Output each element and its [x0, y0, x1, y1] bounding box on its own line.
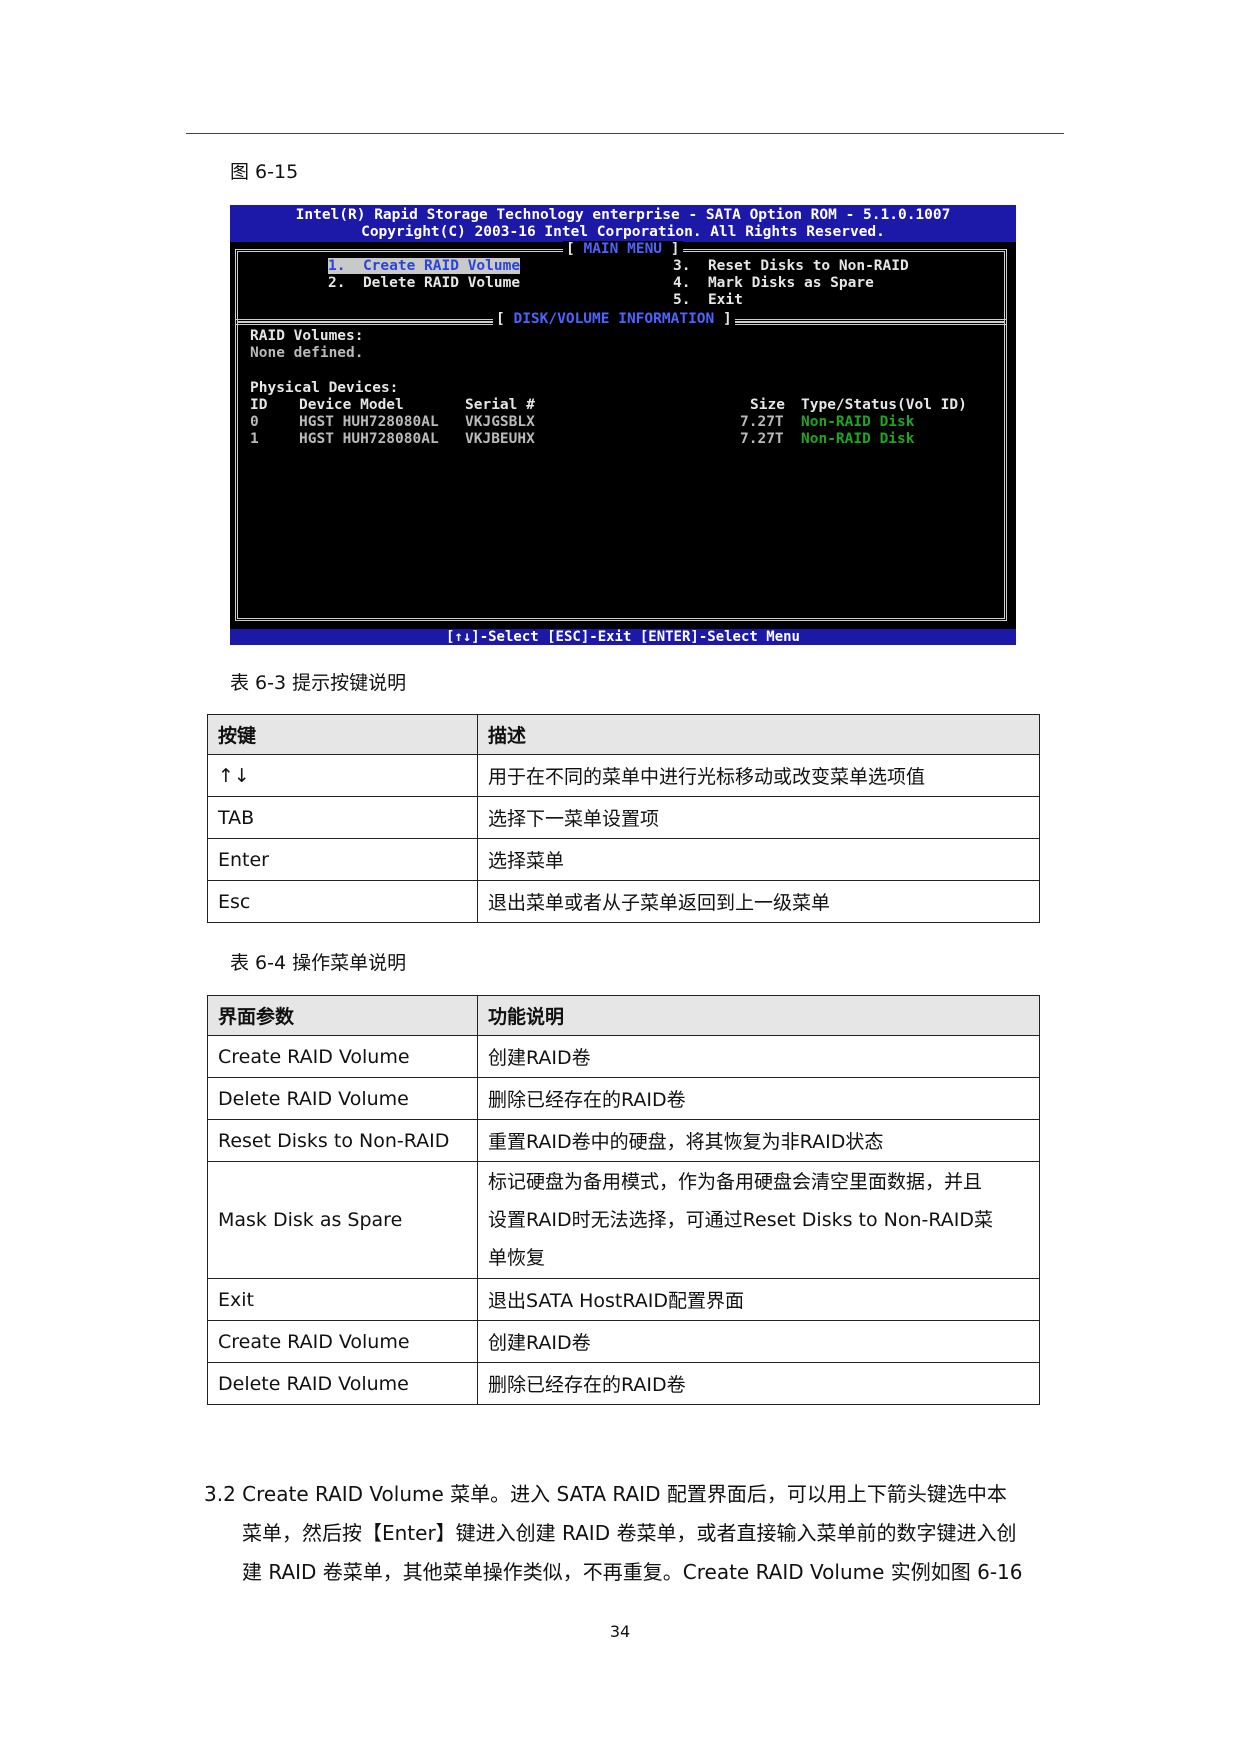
- table-cell: 用于在不同的菜单中进行光标移动或改变菜单选项值: [477, 754, 1040, 797]
- disk-info-frame: [235, 319, 1007, 621]
- main-menu-title: [ MAIN MENU ]: [563, 241, 683, 257]
- table-row: Delete RAID Volume 删除已经存在的RAID卷: [207, 1362, 1040, 1405]
- table2-caption: 表 6-4 操作菜单说明: [230, 952, 407, 974]
- menu-item-num: 4.: [673, 275, 691, 291]
- device-model: HGST HUH728080AL: [299, 431, 439, 447]
- main-menu-title-text: MAIN MENU: [583, 241, 663, 257]
- body-paragraph: 3.2 Create RAID Volume 菜单。进入 SATA RAID 配…: [204, 1475, 1062, 1592]
- device-id: 0: [250, 414, 259, 430]
- menu-item-label: Delete RAID Volume: [362, 275, 521, 291]
- table-row: Create RAID Volume 创建RAID卷: [207, 1035, 1040, 1078]
- table1-caption: 表 6-3 提示按键说明: [230, 672, 407, 694]
- table-cell: Create RAID Volume: [207, 1320, 478, 1363]
- table-header: 界面参数: [207, 995, 478, 1036]
- table-cell: Reset Disks to Non-RAID: [207, 1119, 478, 1162]
- table-row: Create RAID Volume 创建RAID卷: [207, 1320, 1040, 1363]
- menu-item-reset[interactable]: 3. Reset Disks to Non-RAID: [673, 258, 909, 275]
- raid-volumes-value: None defined.: [250, 345, 364, 361]
- device-size: 7.27T: [740, 414, 784, 430]
- menu-item-num: 1.: [328, 258, 346, 274]
- menu-item-spare[interactable]: 4. Mark Disks as Spare: [673, 275, 874, 292]
- key-table: 按键 描述 ↑↓ 用于在不同的菜单中进行光标移动或改变菜单选项值 TAB 选择下…: [207, 714, 1040, 923]
- table-cell: 重置RAID卷中的硬盘，将其恢复为非RAID状态: [477, 1119, 1040, 1162]
- table-header: 描述: [477, 714, 1040, 755]
- paragraph-line: 3.2 Create RAID Volume 菜单。进入 SATA RAID 配…: [204, 1482, 1007, 1506]
- col-id: ID: [250, 397, 268, 413]
- table-cell: Enter: [207, 838, 478, 881]
- table-row: Exit 退出SATA HostRAID配置界面: [207, 1278, 1040, 1321]
- physical-devices-label: Physical Devices:: [250, 380, 399, 396]
- table-cell: 创建RAID卷: [477, 1320, 1040, 1363]
- cell-line: 单恢复: [488, 1247, 546, 1269]
- table-cell: 退出SATA HostRAID配置界面: [477, 1278, 1040, 1321]
- table-cell: ↑↓: [207, 754, 478, 797]
- device-status: Non-RAID Disk: [801, 414, 915, 430]
- bios-header: Intel(R) Rapid Storage Technology enterp…: [230, 205, 1016, 242]
- table-cell: Create RAID Volume: [207, 1035, 478, 1078]
- menu-item-label: Exit: [707, 292, 743, 308]
- raid-volumes-label: RAID Volumes:: [250, 328, 364, 344]
- table-row: ↑↓ 用于在不同的菜单中进行光标移动或改变菜单选项值: [207, 754, 1040, 797]
- col-model: Device Model: [299, 397, 404, 413]
- table-cell: 选择菜单: [477, 838, 1040, 881]
- table-cell: 退出菜单或者从子菜单返回到上一级菜单: [477, 880, 1040, 923]
- menu-item-exit[interactable]: 5. Exit: [673, 292, 743, 309]
- menu-item-num: 5.: [673, 292, 691, 308]
- bios-header-line2: Copyright(C) 2003-16 Intel Corporation. …: [361, 224, 885, 240]
- device-id: 1: [250, 431, 259, 447]
- menu-item-num: 2.: [328, 275, 346, 291]
- table-header: 按键: [207, 714, 478, 755]
- table-cell: 创建RAID卷: [477, 1035, 1040, 1078]
- table-row: Mask Disk as Spare 标记硬盘为备用模式，作为备用硬盘会清空里面…: [207, 1161, 1040, 1279]
- table-cell: Exit: [207, 1278, 478, 1321]
- cell-line: 设置RAID时无法选择，可通过Reset Disks to Non-RAID菜: [488, 1209, 994, 1231]
- table-cell: TAB: [207, 796, 478, 839]
- table-cell: 删除已经存在的RAID卷: [477, 1362, 1040, 1405]
- bios-screenshot: Intel(R) Rapid Storage Technology enterp…: [230, 205, 1016, 645]
- table-cell: 删除已经存在的RAID卷: [477, 1077, 1040, 1120]
- table-cell: 选择下一菜单设置项: [477, 796, 1040, 839]
- table-row: TAB 选择下一菜单设置项: [207, 796, 1040, 839]
- menu-item-create[interactable]: 1. Create RAID Volume: [328, 258, 521, 275]
- menu-item-label: Create RAID Volume: [362, 258, 521, 274]
- table-row: Reset Disks to Non-RAID 重置RAID卷中的硬盘，将其恢复…: [207, 1119, 1040, 1162]
- cell-line: 标记硬盘为备用模式，作为备用硬盘会清空里面数据，并且: [488, 1171, 983, 1193]
- paragraph-line: 建 RAID 卷菜单，其他菜单操作类似，不再重复。Create RAID Vol…: [242, 1560, 1023, 1584]
- col-serial: Serial #: [465, 397, 535, 413]
- device-serial: VKJGSBLX: [465, 414, 535, 430]
- page-number: 34: [609, 1622, 631, 1641]
- disk-info-title-text: DISK/VOLUME INFORMATION: [513, 311, 715, 327]
- table-cell: Delete RAID Volume: [207, 1362, 478, 1405]
- menu-item-label: Mark Disks as Spare: [707, 275, 874, 291]
- header-rule: [186, 133, 1064, 134]
- device-size: 7.27T: [740, 431, 784, 447]
- menu-item-num: 3.: [673, 258, 691, 274]
- table-row: Esc 退出菜单或者从子菜单返回到上一级菜单: [207, 880, 1040, 923]
- disk-info-title: [ DISK/VOLUME INFORMATION ]: [493, 311, 735, 327]
- table-cell: Esc: [207, 880, 478, 923]
- table-row: Delete RAID Volume 删除已经存在的RAID卷: [207, 1077, 1040, 1120]
- menu-table: 界面参数 功能说明 Create RAID Volume 创建RAID卷 Del…: [207, 995, 1040, 1405]
- table-cell-multiline: 标记硬盘为备用模式，作为备用硬盘会清空里面数据，并且 设置RAID时无法选择，可…: [477, 1161, 1040, 1279]
- bios-footer: [↑↓]-Select [ESC]-Exit [ENTER]-Select Me…: [230, 629, 1016, 645]
- menu-item-delete[interactable]: 2. Delete RAID Volume: [328, 275, 520, 292]
- table-header: 功能说明: [477, 995, 1040, 1036]
- device-model: HGST HUH728080AL: [299, 414, 439, 430]
- figure-caption: 图 6-15: [230, 161, 299, 183]
- col-type: Type/Status(Vol ID): [801, 397, 967, 413]
- paragraph-line: 菜单，然后按【Enter】键进入创建 RAID 卷菜单，或者直接输入菜单前的数字…: [242, 1521, 1017, 1545]
- bios-header-line1: Intel(R) Rapid Storage Technology enterp…: [295, 207, 951, 223]
- table-cell: Mask Disk as Spare: [207, 1161, 478, 1279]
- col-size: Size: [750, 397, 785, 413]
- table-row: Enter 选择菜单: [207, 838, 1040, 881]
- table-cell: Delete RAID Volume: [207, 1077, 478, 1120]
- device-serial: VKJBEUHX: [465, 431, 535, 447]
- device-status: Non-RAID Disk: [801, 431, 915, 447]
- menu-item-label: Reset Disks to Non-RAID: [707, 258, 909, 274]
